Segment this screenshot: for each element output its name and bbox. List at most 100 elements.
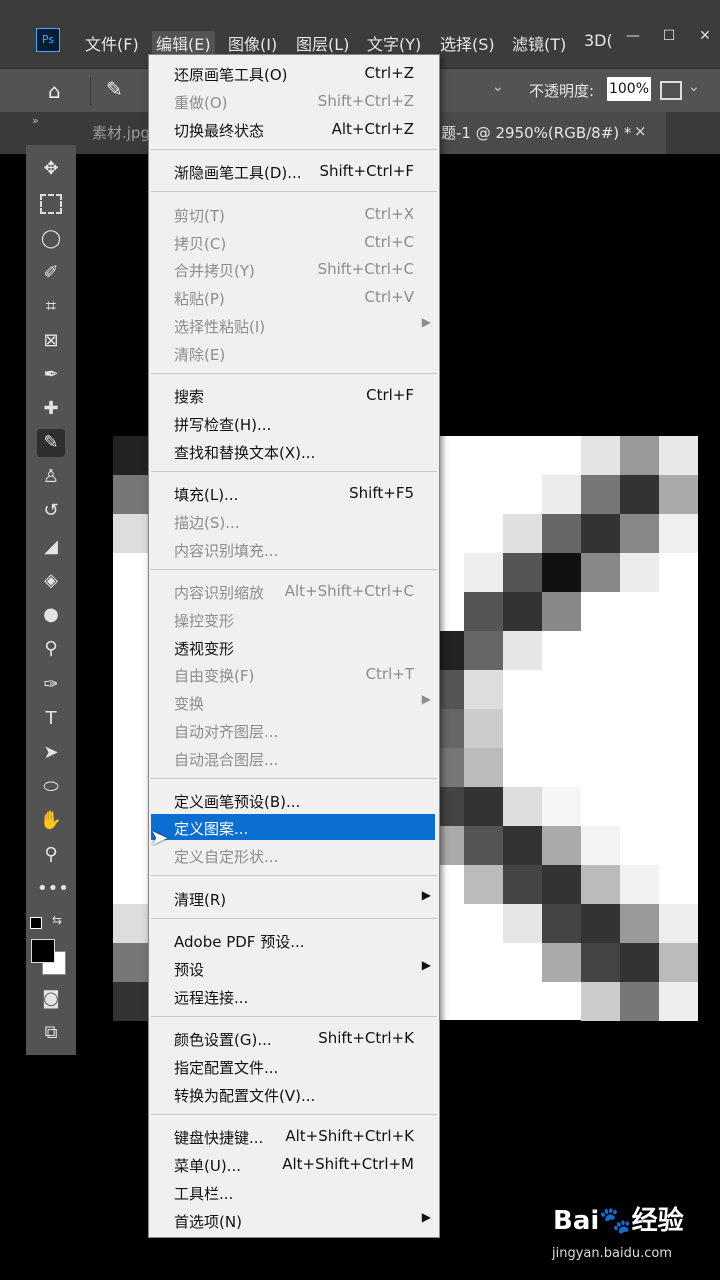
menu-item-redo[interactable]: 重做(O) Shift+Ctrl+Z <box>149 88 439 114</box>
dodge-tool-icon[interactable]: ⚲ <box>37 635 65 663</box>
chevron-down-icon[interactable]: ⌄ <box>492 79 504 95</box>
menu-item-paste-special[interactable]: 选择性粘贴(I) ▶ <box>149 312 439 338</box>
baidu-watermark-url: jingyan.baidu.com <box>552 1246 672 1261</box>
menu-select[interactable]: 选择(S) <box>440 31 495 55</box>
type-tool-icon[interactable]: T <box>37 705 65 733</box>
divider <box>90 77 91 105</box>
more-tools-icon[interactable]: ••• <box>37 875 69 903</box>
menu-edit[interactable]: 编辑(E) <box>152 31 215 55</box>
menu-item-remote-connections[interactable]: 远程连接... <box>149 983 439 1009</box>
menu-filter[interactable]: 滤镜(T) <box>512 31 566 55</box>
submenu-arrow-icon: ▶ <box>421 888 431 902</box>
brush-tool-icon[interactable]: ✎ <box>37 429 65 457</box>
collapse-panels-icon[interactable]: » <box>32 114 39 127</box>
menu-separator <box>151 918 437 919</box>
menu-item-transform[interactable]: 变换 ▶ <box>149 689 439 715</box>
menu-item-puppet-warp[interactable]: 操控变形 <box>149 606 439 632</box>
photoshop-logo: Ps <box>36 28 60 52</box>
paint-bucket-icon[interactable]: ◈ <box>37 567 65 595</box>
eyedropper-tool-icon[interactable]: ✒ <box>37 361 65 389</box>
menu-separator <box>151 191 437 192</box>
submenu-arrow-icon: ▶ <box>421 692 431 706</box>
tab-source-image[interactable]: 素材.jpg <box>92 122 150 143</box>
maximize-button[interactable]: ☐ <box>656 26 682 46</box>
edit-menu-dropdown: 还原画笔工具(O) Ctrl+Z 重做(O) Shift+Ctrl+Z 切换最终状态… <box>148 54 440 1238</box>
move-tool-icon[interactable]: ✥ <box>37 155 65 183</box>
stamp-tool-icon[interactable]: ♙ <box>37 463 65 491</box>
swap-colors-icon[interactable]: ⇆ <box>52 913 62 927</box>
foreground-color-swatch[interactable] <box>31 939 55 963</box>
menu-item-color-settings[interactable]: 颜色设置(G)... Shift+Ctrl+K <box>149 1025 439 1051</box>
screen-mode-icon[interactable]: ⧉ <box>37 1019 65 1047</box>
zoom-tool-icon[interactable]: ⚲ <box>37 841 65 869</box>
menu-item-presets[interactable]: 预设 ▶ <box>149 955 439 981</box>
menu-item-keyboard-shortcuts[interactable]: 键盘快捷键... Alt+Shift+Ctrl+K <box>149 1123 439 1149</box>
menu-item-fade[interactable]: 渐隐画笔工具(D)... Shift+Ctrl+F <box>149 158 439 184</box>
menu-item-perspective-warp[interactable]: 透视变形 <box>149 634 439 660</box>
menu-item-undo[interactable]: 还原画笔工具(O) Ctrl+Z <box>149 60 439 86</box>
eraser-tool-icon[interactable]: ◢ <box>37 533 65 561</box>
home-icon[interactable]: ⌂ <box>48 79 61 103</box>
menu-item-purge[interactable]: 清理(R) ▶ <box>149 885 439 911</box>
menu-item-define-brush[interactable]: 定义画笔预设(B)... <box>149 787 439 813</box>
marquee-tool-icon[interactable] <box>37 189 65 217</box>
menu-item-content-aware-fill[interactable]: 内容识别填充... <box>149 536 439 562</box>
menu-item-toolbar[interactable]: 工具栏... <box>149 1179 439 1205</box>
menu-item-pdf-presets[interactable]: Adobe PDF 预设... <box>149 927 439 953</box>
quick-mask-icon[interactable]: ◙ <box>37 985 65 1013</box>
menu-item-define-pattern[interactable]: 定义图案... <box>151 814 435 840</box>
menu-3d[interactable]: 3D( <box>584 31 613 50</box>
menu-item-find-replace[interactable]: 查找和替换文本(X)... <box>149 438 439 464</box>
lasso-tool-icon[interactable]: ◯ <box>37 225 65 253</box>
ellipse-tool-icon[interactable]: ⬭ <box>37 773 65 801</box>
menu-item-copy[interactable]: 拷贝(C) Ctrl+C <box>149 229 439 255</box>
menu-item-copy-merged[interactable]: 合并拷贝(Y) Shift+Ctrl+C <box>149 256 439 282</box>
opacity-field[interactable]: 100% <box>607 77 651 101</box>
menu-item-content-aware-scale[interactable]: 内容识别缩放 Alt+Shift+Ctrl+C <box>149 578 439 604</box>
quick-select-tool-icon[interactable]: ✐ <box>37 259 65 287</box>
menu-item-assign-profile[interactable]: 指定配置文件... <box>149 1053 439 1079</box>
tab-active-label[interactable]: 标题-1 @ 2950%(RGB/8#) * <box>426 122 631 143</box>
menu-item-fill[interactable]: 填充(L)... Shift+F5 <box>149 480 439 506</box>
pen-tool-icon[interactable]: ✑ <box>37 671 65 699</box>
healing-brush-icon[interactable]: ✚ <box>37 395 65 423</box>
hand-tool-icon[interactable]: ✋ <box>37 807 65 835</box>
pressure-opacity-icon[interactable] <box>660 81 682 100</box>
default-colors-icon[interactable] <box>30 917 42 929</box>
minimize-button[interactable]: — <box>620 26 646 46</box>
menu-item-cut[interactable]: 剪切(T) Ctrl+X <box>149 201 439 227</box>
tab-close-icon[interactable]: × <box>634 122 647 140</box>
menu-item-preferences[interactable]: 首选项(N) ▶ <box>149 1207 439 1233</box>
menu-layer[interactable]: 图层(L) <box>296 31 349 55</box>
history-brush-icon[interactable]: ↺ <box>37 497 65 525</box>
crop-tool-icon[interactable]: ⌗ <box>37 293 65 321</box>
brush-icon[interactable]: ✎ <box>106 77 123 101</box>
menu-item-toggle-last-state[interactable]: 切换最终状态 Alt+Ctrl+Z <box>149 116 439 142</box>
menu-item-auto-blend[interactable]: 自动混合图层... <box>149 745 439 771</box>
menu-item-search[interactable]: 搜索 Ctrl+F <box>149 382 439 408</box>
menu-item-stroke[interactable]: 描边(S)... <box>149 508 439 534</box>
menu-item-spell-check[interactable]: 拼写检查(H)... <box>149 410 439 436</box>
menu-image[interactable]: 图像(I) <box>228 31 277 55</box>
submenu-arrow-icon: ▶ <box>421 1210 431 1224</box>
menu-item-paste[interactable]: 粘贴(P) Ctrl+V <box>149 284 439 310</box>
menu-item-define-custom-shape[interactable]: 定义自定形状... <box>149 842 439 868</box>
tools-panel: ✥ ◯ ✐ ⌗ ⊠ ✒ ✚ ✎ ♙ ↺ ◢ ◈ ● ⚲ ✑ T ➤ ⬭ ✋ ⚲ … <box>26 145 76 1055</box>
menu-item-auto-align[interactable]: 自动对齐图层... <box>149 717 439 743</box>
submenu-arrow-icon: ▶ <box>421 315 431 329</box>
menu-separator <box>151 1016 437 1017</box>
menu-item-convert-profile[interactable]: 转换为配置文件(V)... <box>149 1081 439 1107</box>
menu-separator <box>151 875 437 876</box>
frame-tool-icon[interactable]: ⊠ <box>37 327 65 355</box>
menu-item-free-transform[interactable]: 自由变换(F) Ctrl+T <box>149 661 439 687</box>
menu-item-menus[interactable]: 菜单(U)... Alt+Shift+Ctrl+M <box>149 1151 439 1177</box>
close-window-button[interactable]: ✕ <box>692 26 718 46</box>
blur-tool-icon[interactable]: ● <box>37 601 65 629</box>
menu-separator <box>151 471 437 472</box>
menu-file[interactable]: 文件(F) <box>85 31 139 55</box>
menu-item-clear[interactable]: 清除(E) <box>149 340 439 366</box>
submenu-arrow-icon: ▶ <box>421 958 431 972</box>
menu-type[interactable]: 文字(Y) <box>367 31 421 55</box>
path-select-icon[interactable]: ➤ <box>37 739 65 767</box>
chevron-down-icon[interactable]: ⌄ <box>688 79 700 95</box>
